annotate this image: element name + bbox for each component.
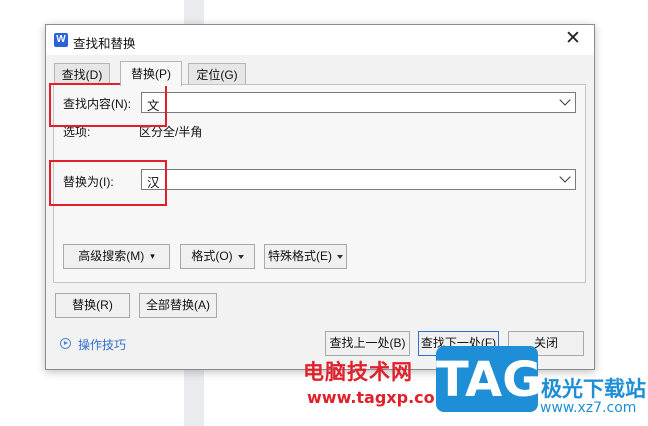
find-previous-button[interactable]: 查找上一处(B) <box>325 331 410 356</box>
tag-logo: TAG <box>436 346 542 412</box>
highlight-find-box <box>49 83 167 127</box>
caret-down-icon <box>237 254 244 259</box>
advanced-search-label: 高级搜索(M) <box>78 249 145 263</box>
replace-input[interactable]: 汉 <box>141 169 576 190</box>
tab-goto[interactable]: 定位(G) <box>188 63 246 85</box>
format-button[interactable]: 格式(O) <box>180 244 255 269</box>
format-label: 格式(O) <box>191 249 233 263</box>
replace-all-button[interactable]: 全部替换(A) <box>139 293 217 318</box>
tab-find[interactable]: 查找(D) <box>54 63 110 85</box>
highlight-replace-box <box>49 160 167 206</box>
special-format-label: 特殊格式(E) <box>268 249 332 263</box>
watermark-url: www.tagxp.com <box>307 388 452 407</box>
title-bar: W 查找和替换 ✕ <box>46 25 594 55</box>
replace-button[interactable]: 替换(R) <box>55 293 130 318</box>
watermark-site-url: www.xz7.com <box>540 400 637 416</box>
advanced-search-button[interactable]: 高级搜索(M) ▾ <box>63 244 170 269</box>
special-format-button[interactable]: 特殊格式(E) <box>264 244 347 269</box>
wps-app-icon: W <box>54 33 68 47</box>
tips-link[interactable]: 操作技巧 <box>78 336 126 353</box>
close-icon[interactable]: ✕ <box>564 29 582 49</box>
tag-logo-text: TAG <box>436 352 542 408</box>
dialog-title: 查找和替换 <box>73 37 136 51</box>
chevron-down-icon[interactable] <box>559 171 571 183</box>
play-circle-icon <box>60 338 71 349</box>
caret-down-icon <box>337 254 343 259</box>
double-caret-icon: ▾ <box>150 251 155 261</box>
find-input[interactable]: 文 <box>141 92 576 113</box>
watermark-site-name: 极光下载站 <box>541 377 646 401</box>
chevron-down-icon[interactable] <box>559 94 571 106</box>
watermark-title: 电脑技术网 <box>303 360 413 384</box>
tab-replace[interactable]: 替换(P) <box>120 61 182 86</box>
